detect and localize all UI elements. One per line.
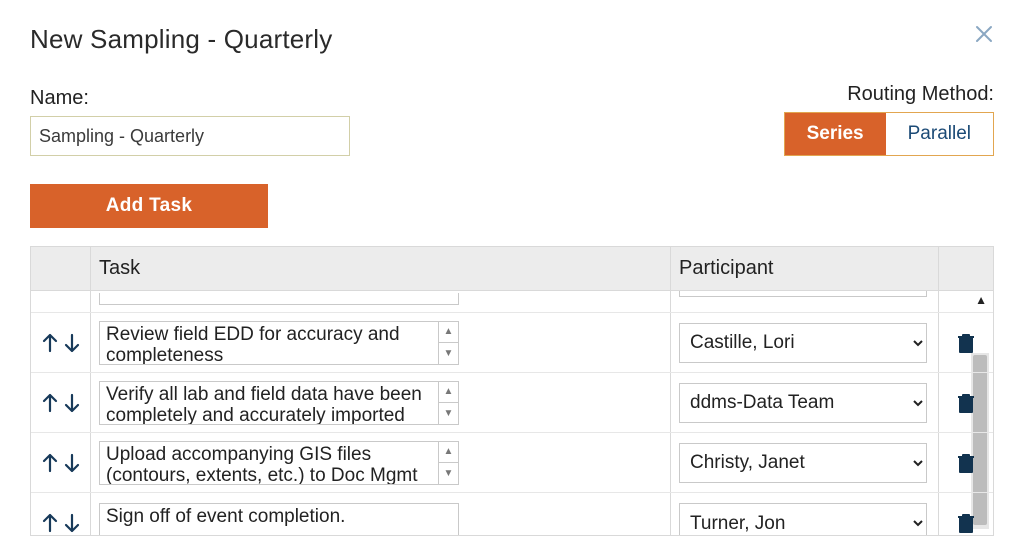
move-up-button[interactable] bbox=[40, 452, 60, 474]
spinner-up[interactable]: ▲ bbox=[439, 322, 458, 344]
move-up-button[interactable] bbox=[40, 332, 60, 354]
table-row: Upload accompanying GIS files (contours,… bbox=[31, 433, 993, 493]
task-textarea-wrap: Sign off of event completion. bbox=[99, 503, 459, 535]
top-form: Name: Routing Method: Series Parallel bbox=[30, 83, 994, 156]
task-textarea-wrap: Verify all lab and field data have been … bbox=[99, 381, 459, 425]
col-header-task: Task bbox=[91, 247, 671, 290]
routing-group: Routing Method: Series Parallel bbox=[784, 83, 994, 156]
trash-icon bbox=[955, 331, 977, 355]
table-row-partial bbox=[31, 291, 993, 313]
trash-icon bbox=[955, 391, 977, 415]
name-label: Name: bbox=[30, 87, 350, 110]
col-header-reorder bbox=[31, 247, 91, 290]
trash-icon bbox=[955, 511, 977, 535]
arrow-up-icon bbox=[40, 452, 60, 474]
routing-option-parallel[interactable]: Parallel bbox=[886, 113, 993, 155]
close-icon bbox=[974, 24, 994, 44]
table-row: Sign off of event completion. Turner, Jo… bbox=[31, 493, 993, 535]
grid-body-wrap: ▲ bbox=[31, 291, 993, 535]
grid-body: Review field EDD for accuracy and comple… bbox=[31, 291, 993, 535]
arrow-up-icon bbox=[40, 392, 60, 414]
arrow-down-icon bbox=[62, 392, 82, 414]
spinner-up[interactable]: ▲ bbox=[439, 382, 458, 404]
move-down-button[interactable] bbox=[62, 452, 82, 474]
participant-select[interactable]: Turner, Jon bbox=[679, 503, 927, 535]
spinner-down[interactable]: ▼ bbox=[439, 463, 458, 484]
modal-new-sampling: New Sampling - Quarterly Name: Routing M… bbox=[0, 0, 1024, 543]
trash-icon bbox=[955, 451, 977, 475]
move-down-button[interactable] bbox=[62, 392, 82, 414]
name-field-group: Name: bbox=[30, 87, 350, 156]
task-textarea[interactable]: Review field EDD for accuracy and comple… bbox=[100, 322, 438, 364]
spinner-up[interactable]: ▲ bbox=[439, 442, 458, 464]
name-input[interactable] bbox=[30, 116, 350, 156]
delete-row-button[interactable] bbox=[939, 391, 993, 415]
delete-row-button[interactable] bbox=[939, 331, 993, 355]
spinner-down[interactable]: ▼ bbox=[439, 403, 458, 424]
participant-select-partial[interactable] bbox=[679, 291, 927, 297]
modal-title: New Sampling - Quarterly bbox=[30, 24, 332, 55]
close-button[interactable] bbox=[974, 24, 994, 44]
move-up-button[interactable] bbox=[40, 392, 60, 414]
routing-toggle: Series Parallel bbox=[784, 112, 994, 156]
move-down-button[interactable] bbox=[62, 332, 82, 354]
participant-select[interactable]: Castille, Lori bbox=[679, 323, 927, 363]
task-grid: Task Participant ▲ bbox=[30, 246, 994, 536]
task-textarea[interactable]: Sign off of event completion. bbox=[100, 504, 458, 535]
task-textarea-partial[interactable] bbox=[99, 293, 459, 305]
arrow-up-icon bbox=[40, 512, 60, 534]
move-up-button[interactable] bbox=[40, 512, 60, 534]
textarea-spinner: ▲ ▼ bbox=[438, 382, 458, 424]
task-textarea-wrap: Review field EDD for accuracy and comple… bbox=[99, 321, 459, 365]
delete-row-button[interactable] bbox=[939, 451, 993, 475]
col-header-participant: Participant bbox=[671, 247, 939, 290]
table-row: Review field EDD for accuracy and comple… bbox=[31, 313, 993, 373]
textarea-spinner: ▲ ▼ bbox=[438, 322, 458, 364]
textarea-spinner: ▲ ▼ bbox=[438, 442, 458, 484]
routing-label: Routing Method: bbox=[784, 83, 994, 106]
arrow-down-icon bbox=[62, 452, 82, 474]
move-down-button[interactable] bbox=[62, 512, 82, 534]
task-textarea-wrap: Upload accompanying GIS files (contours,… bbox=[99, 441, 459, 485]
spinner-down[interactable]: ▼ bbox=[439, 343, 458, 364]
participant-select[interactable]: Christy, Janet bbox=[679, 443, 927, 483]
arrow-down-icon bbox=[62, 512, 82, 534]
arrow-down-icon bbox=[62, 332, 82, 354]
add-task-button[interactable]: Add Task bbox=[30, 184, 268, 228]
grid-header: Task Participant bbox=[31, 247, 993, 291]
table-row: Verify all lab and field data have been … bbox=[31, 373, 993, 433]
arrow-up-icon bbox=[40, 332, 60, 354]
participant-select[interactable]: ddms-Data Team bbox=[679, 383, 927, 423]
task-textarea[interactable]: Verify all lab and field data have been … bbox=[100, 382, 438, 424]
delete-row-button[interactable] bbox=[939, 511, 993, 535]
task-textarea[interactable]: Upload accompanying GIS files (contours,… bbox=[100, 442, 438, 484]
routing-option-series[interactable]: Series bbox=[785, 113, 886, 155]
title-row: New Sampling - Quarterly bbox=[30, 24, 994, 55]
